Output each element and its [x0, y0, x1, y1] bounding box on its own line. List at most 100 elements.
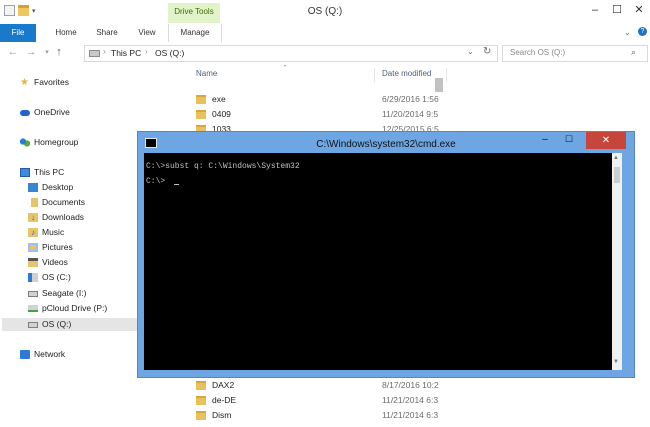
title-bar: ▾ Drive Tools OS (Q:) – ☐ ✕ — [0, 0, 650, 25]
cmd-scrollbar[interactable]: ▲ ▼ — [612, 153, 622, 370]
scroll-down-icon[interactable]: ▼ — [613, 359, 619, 365]
nav-item-network[interactable]: Network — [20, 348, 65, 361]
window-title: OS (Q:) — [307, 6, 343, 17]
nav-item-seagate[interactable]: Seagate (I:) — [28, 287, 86, 300]
column-header-date[interactable]: Date modified — [382, 69, 431, 78]
forward-icon[interactable]: → — [24, 45, 38, 60]
folder-icon — [196, 411, 206, 420]
console-prompt: C:\> — [146, 177, 166, 186]
console-line: C:\>subst q: C:\Windows\System32 — [146, 162, 300, 171]
nav-item-label: Desktop — [42, 182, 74, 192]
nav-item-pictures[interactable]: Pictures — [28, 241, 73, 254]
file-name: exe — [212, 94, 226, 104]
file-name: 0409 — [212, 109, 231, 119]
tab-share[interactable]: Share — [90, 24, 124, 42]
file-name: Dism — [212, 410, 232, 420]
cmd-title-bar[interactable]: C:\Windows\system32\cmd.exe – ☐ ✕ — [138, 132, 636, 153]
nav-item-pcloud[interactable]: pCloud Drive (P:) — [28, 302, 107, 315]
tab-home[interactable]: Home — [48, 24, 84, 42]
sort-ascending-icon: ⌃ — [282, 65, 288, 72]
downloads-icon: ↓ — [28, 213, 38, 222]
nav-item-label: OS (Q:) — [42, 319, 72, 329]
back-icon[interactable]: ← — [6, 45, 20, 60]
videos-icon — [28, 258, 38, 267]
nav-item-onedrive[interactable]: OneDrive — [20, 106, 70, 119]
nav-item-videos[interactable]: Videos — [28, 256, 68, 269]
file-date: 6/29/2016 1:56 — [382, 94, 439, 104]
cloud-icon — [20, 109, 30, 116]
nav-item-desktop[interactable]: Desktop — [28, 181, 73, 194]
address-row: ← → ▾ ↑ › This PC › OS (Q:) ⌄ ↻ Search O… — [0, 42, 650, 64]
breadcrumb-this-pc[interactable]: This PC — [111, 48, 141, 58]
search-box[interactable]: Search OS (Q:) ⌕ — [502, 45, 648, 62]
system-drive-icon — [28, 273, 38, 282]
minimize-icon[interactable]: – — [588, 3, 602, 17]
ribbon-tabs: File Home Share View Manage ⌄ ? — [0, 24, 650, 43]
folder-icon — [196, 396, 206, 405]
nav-item-label: Pictures — [42, 242, 73, 252]
nav-item-label: Favorites — [34, 77, 69, 87]
list-item[interactable]: DAX2 8/17/2016 10:2 — [196, 379, 446, 392]
nav-item-favorites[interactable]: ★ Favorites — [20, 76, 69, 89]
file-list-scroll-thumb[interactable] — [435, 78, 443, 92]
list-item[interactable]: de-DE 11/21/2014 6:3 — [196, 394, 446, 407]
help-icon[interactable]: ? — [638, 27, 647, 36]
tab-manage[interactable]: Manage — [168, 24, 222, 42]
tab-view[interactable]: View — [132, 24, 162, 42]
nav-item-label: Videos — [42, 257, 68, 267]
nav-item-homegroup[interactable]: Homegroup — [20, 136, 78, 149]
expand-ribbon-icon[interactable]: ⌄ — [624, 28, 631, 37]
text-cursor — [174, 184, 179, 185]
cmd-scroll-thumb[interactable] — [614, 167, 620, 183]
close-icon[interactable]: ✕ — [632, 3, 646, 17]
nav-item-documents[interactable]: Documents — [28, 196, 85, 209]
pictures-icon — [28, 243, 38, 252]
folder-icon — [196, 110, 206, 119]
address-bar[interactable]: › This PC › OS (Q:) ⌄ ↻ — [84, 45, 498, 62]
nav-item-this-pc[interactable]: This PC — [20, 166, 64, 179]
breadcrumb-separator-icon: › — [103, 47, 106, 56]
external-drive-icon — [28, 290, 38, 297]
cmd-maximize-icon[interactable]: ☐ — [558, 134, 580, 145]
nav-item-label: pCloud Drive (P:) — [42, 303, 108, 313]
nav-item-os-c[interactable]: OS (C:) — [28, 271, 71, 284]
nav-item-label: Documents — [42, 197, 85, 207]
list-item[interactable]: exe 6/29/2016 1:56 — [196, 93, 446, 106]
list-item[interactable]: 0409 11/20/2014 9:5 — [196, 108, 446, 121]
breadcrumb-os-q[interactable]: OS (Q:) — [155, 48, 184, 58]
drive-icon — [89, 50, 100, 57]
desktop-icon — [28, 183, 38, 192]
tab-file[interactable]: File — [0, 24, 36, 42]
nav-item-label: Downloads — [42, 212, 85, 222]
column-separator — [446, 68, 447, 82]
column-header-name[interactable]: Name — [196, 69, 217, 78]
file-name: de-DE — [212, 395, 237, 405]
music-icon: ♪ — [28, 228, 38, 237]
drive-icon — [28, 321, 38, 328]
file-date: 11/20/2014 9:5 — [382, 109, 439, 119]
nav-item-os-q[interactable]: OS (Q:) — [28, 318, 71, 331]
scroll-up-icon[interactable]: ▲ — [613, 155, 619, 161]
cmd-close-icon[interactable]: ✕ — [586, 132, 626, 149]
nav-item-label: OneDrive — [34, 107, 70, 117]
address-dropdown-icon[interactable]: ⌄ — [467, 47, 474, 56]
computer-icon — [20, 168, 30, 177]
network-drive-icon — [28, 305, 38, 312]
list-item[interactable]: Dism 11/21/2014 6:3 — [196, 409, 446, 422]
documents-icon — [28, 198, 38, 207]
file-date: 11/21/2014 6:3 — [382, 395, 439, 405]
up-icon[interactable]: ↑ — [52, 45, 66, 60]
column-separator — [374, 68, 375, 82]
file-name: DAX2 — [212, 380, 235, 390]
cmd-window[interactable]: C:\Windows\system32\cmd.exe – ☐ ✕ C:\>su… — [137, 131, 635, 378]
refresh-icon[interactable]: ↻ — [483, 46, 491, 57]
nav-item-music[interactable]: ♪ Music — [28, 226, 64, 239]
console-output[interactable]: C:\>subst q: C:\Windows\System32 C:\> — [144, 153, 612, 370]
network-icon — [20, 350, 30, 359]
nav-item-label: Seagate (I:) — [42, 288, 87, 298]
cmd-minimize-icon[interactable]: – — [534, 134, 556, 145]
nav-item-downloads[interactable]: ↓ Downloads — [28, 211, 84, 224]
nav-item-label: Network — [34, 349, 66, 359]
file-date: 8/17/2016 10:2 — [382, 380, 439, 390]
maximize-icon[interactable]: ☐ — [610, 3, 624, 17]
